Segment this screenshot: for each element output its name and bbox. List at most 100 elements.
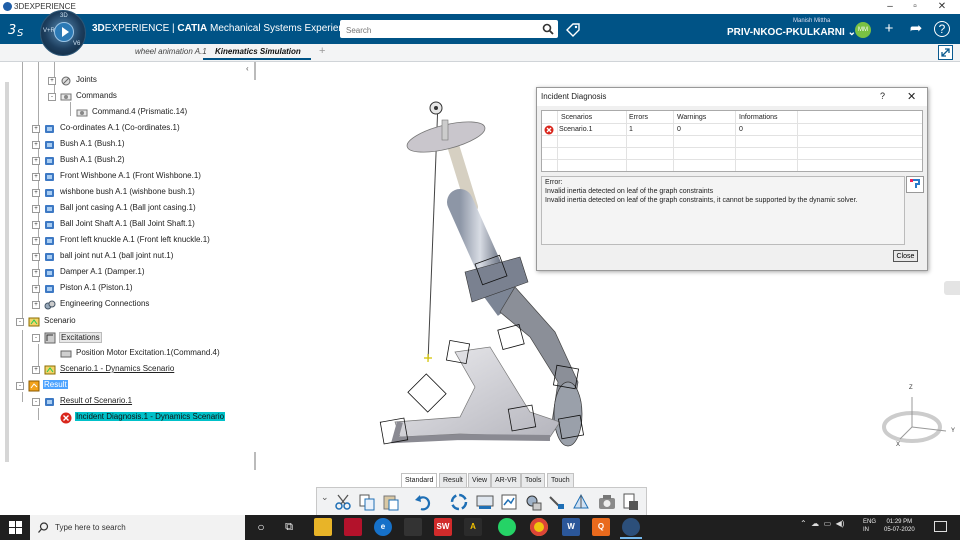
tree-scenario[interactable]: - Scenario xyxy=(16,315,256,329)
tree-front-wishbone[interactable]: + Front Wishbone A.1 (Front Wishbone.1) xyxy=(32,170,272,184)
compass-widget[interactable]: 3D V+R V6 xyxy=(40,10,86,56)
collapse-icon[interactable]: - xyxy=(16,382,24,390)
tag-icon[interactable] xyxy=(565,22,581,38)
tree-piston[interactable]: + Piston A.1 (Piston.1) xyxy=(32,282,272,296)
tree-coordinates[interactable]: + Co-ordinates A.1 (Co-ordinates.1) xyxy=(32,122,272,136)
close-button[interactable]: Close xyxy=(893,250,918,262)
tree-scrollbar[interactable] xyxy=(5,82,9,462)
column-header-warnings[interactable]: Warnings xyxy=(677,114,706,121)
panel-splitter-bottom[interactable] xyxy=(254,452,256,470)
collapse-icon[interactable]: - xyxy=(48,93,56,101)
tree-excitations[interactable]: - Excitations xyxy=(32,331,272,345)
language-indicator[interactable]: ENG IN xyxy=(863,518,876,534)
tree-commands[interactable]: - Commands xyxy=(48,90,288,104)
cortana-icon[interactable]: ○ xyxy=(252,518,270,536)
tree-front-left-knuckle[interactable]: + Front left knuckle A.1 (Front left knuc… xyxy=(32,234,272,248)
collapse-icon[interactable]: - xyxy=(32,398,40,406)
action-tab-tools[interactable]: Tools xyxy=(521,473,546,488)
3dexperience-taskbar-icon[interactable] xyxy=(622,518,640,536)
sensors-icon[interactable] xyxy=(499,492,519,512)
column-header-scenarios[interactable]: Scenarios xyxy=(561,114,592,121)
help-icon[interactable]: ? xyxy=(934,21,950,37)
tenant-selector[interactable]: PRIV-NKOC-PKULKARNI ⌄ xyxy=(727,27,856,38)
action-tab-touch[interactable]: Touch xyxy=(547,473,574,488)
collapse-icon[interactable]: - xyxy=(16,318,24,326)
expand-icon[interactable]: + xyxy=(48,77,56,85)
taskbar-clock[interactable]: 01:29 PM 05-07-2020 xyxy=(884,518,915,534)
autodesk-icon[interactable]: A xyxy=(464,518,482,536)
q-app-icon[interactable]: Q xyxy=(592,518,610,536)
notifications-icon[interactable] xyxy=(934,521,947,532)
report-icon[interactable] xyxy=(621,492,641,512)
tree-bush-2[interactable]: + Bush A.1 (Bush.2) xyxy=(32,154,272,168)
copy-icon[interactable] xyxy=(357,492,377,512)
whatsapp-icon[interactable] xyxy=(498,518,516,536)
expand-icon[interactable]: + xyxy=(32,125,40,133)
collapse-panel-icon[interactable]: ‹ xyxy=(246,64,254,73)
play-icon[interactable] xyxy=(54,22,74,42)
expand-icon[interactable]: + xyxy=(32,173,40,181)
expand-icon[interactable]: + xyxy=(32,285,40,293)
solidworks-icon[interactable]: SW xyxy=(434,518,452,536)
table-cell-scenario[interactable]: Scenario.1 xyxy=(559,126,592,133)
column-header-errors[interactable]: Errors xyxy=(629,114,648,121)
search-input[interactable] xyxy=(344,23,538,37)
search-box[interactable] xyxy=(340,20,558,38)
expand-icon[interactable]: + xyxy=(32,366,40,374)
results-icon[interactable] xyxy=(523,492,543,512)
avatar[interactable]: MM xyxy=(855,22,871,38)
dialog-help-button[interactable]: ? xyxy=(880,91,885,101)
minimize-button[interactable]: – xyxy=(878,1,902,13)
expand-icon[interactable]: + xyxy=(32,221,40,229)
tab-wheel-animation[interactable]: wheel animation A.1 xyxy=(135,47,207,56)
tree-scenario-1[interactable]: + Scenario.1 - Dynamics Scenario xyxy=(32,363,272,377)
tree-wishbone-bush[interactable]: + wishbone bush A.1 (wishbone bush.1) xyxy=(32,186,272,200)
paste-icon[interactable] xyxy=(381,492,401,512)
column-header-informations[interactable]: Informations xyxy=(739,114,778,121)
tree-result-of-scenario[interactable]: - Result of Scenario.1 xyxy=(32,395,272,409)
search-icon[interactable] xyxy=(542,23,554,35)
simulation-icon[interactable] xyxy=(475,492,495,512)
system-tray-icons[interactable]: ⌃ ☁ ▭ ◀) xyxy=(800,519,844,528)
windows-start-icon[interactable] xyxy=(9,521,22,534)
share-icon[interactable]: ➦ xyxy=(907,20,925,38)
tree-result[interactable]: - Result xyxy=(16,379,256,393)
add-icon[interactable]: + xyxy=(880,20,898,38)
tree-joints[interactable]: + Joints xyxy=(48,74,288,88)
update-icon[interactable] xyxy=(449,492,469,512)
expand-icon[interactable]: + xyxy=(32,205,40,213)
tree-incident-diagnosis[interactable]: Incident Diagnosis.1 - Dynamics Scenario xyxy=(48,411,288,425)
section-icon[interactable] xyxy=(571,492,591,512)
collapse-icon[interactable]: - xyxy=(32,334,40,342)
word-icon[interactable]: W xyxy=(562,518,580,536)
app-red-icon[interactable] xyxy=(344,518,362,536)
chrome-icon[interactable] xyxy=(530,518,548,536)
action-tab-ar-vr[interactable]: AR-VR xyxy=(491,473,521,488)
catia-app-icon[interactable] xyxy=(404,518,422,536)
expand-icon[interactable]: + xyxy=(32,189,40,197)
add-tab-button[interactable]: + xyxy=(319,45,325,57)
tab-kinematics-simulation[interactable]: Kinematics Simulation xyxy=(215,47,301,56)
tree-position-motor-excitation[interactable]: Position Motor Excitation.1(Command.4) xyxy=(48,347,288,361)
measure-icon[interactable] xyxy=(547,492,567,512)
maximize-button[interactable]: ▫ xyxy=(903,1,927,13)
expand-icon[interactable]: + xyxy=(32,141,40,149)
tree-ball-joint-nut[interactable]: + ball joint nut A.1 (ball joint nut.1) xyxy=(32,250,272,264)
undo-icon[interactable] xyxy=(413,492,433,512)
action-tab-result[interactable]: Result xyxy=(439,473,467,488)
expand-icon[interactable]: + xyxy=(32,269,40,277)
expand-icon[interactable]: + xyxy=(32,157,40,165)
close-window-button[interactable]: ✕ xyxy=(930,1,954,13)
diagnosis-help-button[interactable] xyxy=(906,176,924,193)
action-tab-view[interactable]: View xyxy=(468,473,492,488)
tree-engineering-connections[interactable]: + Engineering Connections xyxy=(32,298,272,312)
tree-bush-1[interactable]: + Bush A.1 (Bush.1) xyxy=(32,138,272,152)
cut-icon[interactable] xyxy=(333,492,353,512)
edge-icon[interactable]: e xyxy=(374,518,392,536)
tree-ball-jont-casing[interactable]: + Ball jont casing A.1 (Ball jont casing.… xyxy=(32,202,272,216)
expand-icon[interactable]: + xyxy=(32,253,40,261)
action-tab-standard[interactable]: Standard xyxy=(401,473,438,488)
task-view-icon[interactable]: ⧉ xyxy=(280,518,298,536)
file-explorer-icon[interactable] xyxy=(314,518,332,536)
tree-ball-joint-shaft[interactable]: + Ball Joint Shaft A.1 (Ball Joint Shaft.… xyxy=(32,218,272,232)
